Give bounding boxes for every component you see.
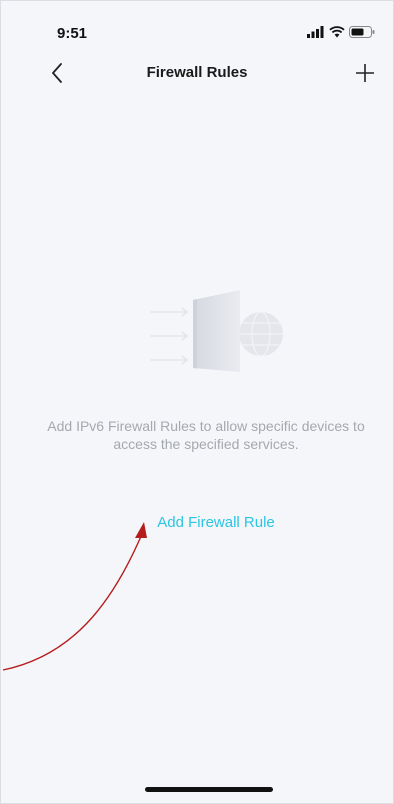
status-icons xyxy=(307,25,375,39)
plus-icon xyxy=(356,64,374,82)
add-firewall-rule-label: Add Firewall Rule xyxy=(157,514,275,531)
wifi-icon xyxy=(329,26,345,38)
empty-state-message: Add IPv6 Firewall Rules to allow specifi… xyxy=(47,418,365,452)
firewall-globe-illustration xyxy=(150,290,283,372)
phone-screen: 9:51 Firewall Rules Add IPv6 Firewall Ru… xyxy=(0,0,394,804)
firewall-illustration xyxy=(141,286,291,376)
home-indicator xyxy=(145,787,273,792)
annotation-arrow xyxy=(2,522,147,671)
signal-icon xyxy=(307,26,324,38)
add-firewall-rule-link[interactable]: Add Firewall Rule xyxy=(1,514,394,531)
nav-bar: Firewall Rules xyxy=(1,53,393,93)
add-button[interactable] xyxy=(349,57,381,89)
battery-icon xyxy=(349,26,375,38)
page-title: Firewall Rules xyxy=(146,64,248,81)
status-time: 9:51 xyxy=(57,25,88,42)
status-bar: 9:51 xyxy=(1,1,393,51)
